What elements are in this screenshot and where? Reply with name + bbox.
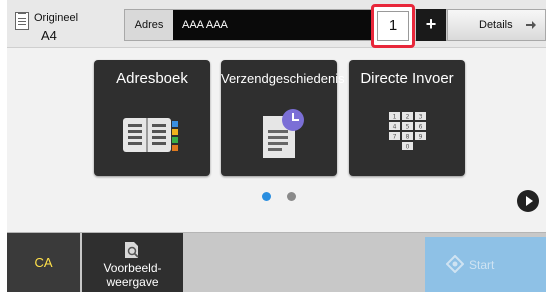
tile-label: Verzendgeschiedenis	[221, 71, 345, 86]
address-book-icon	[123, 118, 178, 152]
details-button[interactable]: Details	[447, 9, 546, 41]
tile-direct-entry[interactable]: Directe Invoer 1 2 3 4 5 6 7 8 9 0	[349, 60, 465, 176]
start-diamond-icon	[446, 255, 464, 273]
keypad-key: 1	[393, 114, 397, 121]
preview-icon	[125, 242, 139, 258]
address-label: Adres	[125, 10, 173, 40]
keypad-icon: 1 2 3 4 5 6 7 8 9 0	[389, 112, 426, 151]
send-history-icon	[263, 109, 304, 158]
tile-label: Directe Invoer	[360, 70, 454, 87]
preview-button[interactable]: Voorbeeld- weergave	[82, 233, 183, 292]
page-dot-active[interactable]	[262, 192, 271, 201]
page-dot[interactable]	[287, 192, 296, 201]
keypad-key: 8	[406, 134, 410, 141]
original-label: Origineel	[34, 12, 79, 24]
destination-count[interactable]: 1	[377, 11, 409, 41]
keypad-key: 0	[406, 144, 410, 151]
preview-label-line1: Voorbeeld-	[103, 261, 162, 275]
preview-label-line2: weergave	[106, 275, 159, 289]
keypad-key: 3	[419, 114, 423, 121]
start-label: Start	[469, 258, 495, 272]
next-page-button[interactable]	[517, 190, 539, 212]
address-input[interactable]: AAA AAA	[173, 10, 368, 40]
document-icon	[15, 12, 29, 30]
top-bar: Origineel A4 Adres AAA AAA 1 + Details	[7, 0, 546, 48]
preview-label: Voorbeeld- weergave	[82, 261, 183, 289]
keypad-key: 5	[406, 124, 410, 131]
start-button[interactable]: Start	[425, 237, 546, 292]
tile-label: Adresboek	[116, 70, 188, 87]
clear-all-button[interactable]: CA	[7, 233, 80, 292]
original-settings[interactable]: Origineel A4	[11, 6, 123, 44]
tile-address-book[interactable]: Adresboek	[94, 60, 210, 176]
add-destination-button[interactable]: +	[416, 9, 446, 41]
keypad-key: 2	[406, 114, 410, 121]
original-size: A4	[41, 28, 57, 43]
bottom-bar: CA Voorbeeld- weergave Start	[7, 232, 546, 292]
keypad-key: 9	[419, 134, 423, 141]
tile-send-history[interactable]: Verzendgeschiedenis	[221, 60, 345, 176]
keypad-key: 4	[393, 124, 397, 131]
destination-count-highlight: 1	[371, 4, 415, 48]
keypad-key: 7	[393, 134, 397, 141]
arrow-right-icon	[526, 21, 536, 29]
fax-screen: Origineel A4 Adres AAA AAA 1 + Details A…	[7, 0, 546, 292]
details-label: Details	[479, 19, 513, 31]
keypad-key: 6	[419, 124, 423, 131]
